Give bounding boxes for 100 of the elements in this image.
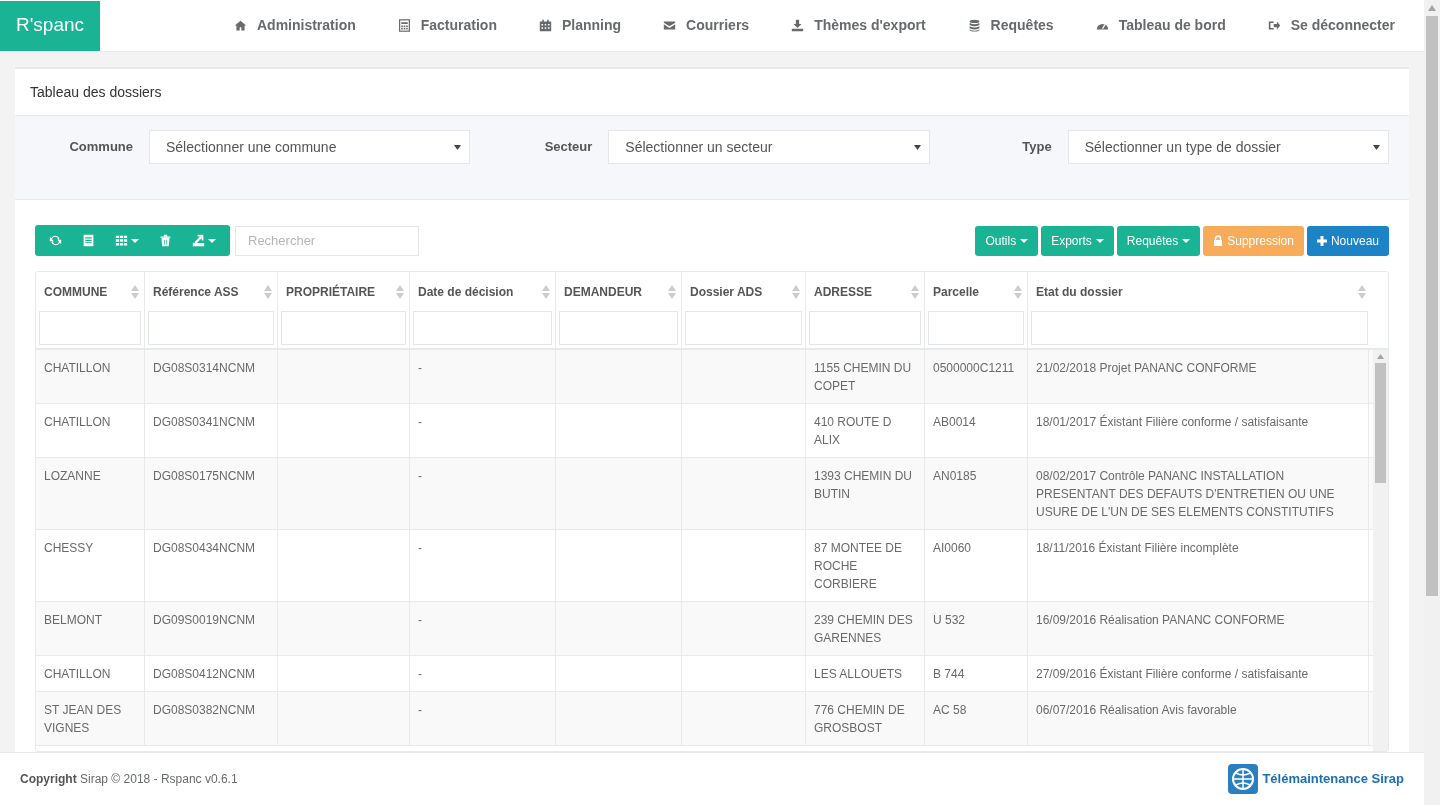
table-cell: 87 MONTEE DE ROCHE CORBIERE <box>814 541 903 591</box>
table-cell: B 744 <box>933 667 965 681</box>
column-header[interactable]: PROPRIÉTAIRE <box>281 272 406 311</box>
table-cell: 27/09/2016 Éxistant Filière conforme / satisfaisante <box>1036 667 1309 681</box>
sort-icon <box>911 284 919 299</box>
table-cell: DG08S0314NCNM <box>153 361 256 375</box>
column-filter-field[interactable] <box>809 311 921 345</box>
table-cell: AI0060 <box>933 541 972 555</box>
table-cell: 1155 CHEMIN DU COPET <box>814 361 912 393</box>
column-filter-field[interactable] <box>1031 311 1368 345</box>
table-cell: 18/01/2017 Éxistant Filière conforme / satisfaisante <box>1036 415 1309 429</box>
table-cell: 08/02/2017 Contrôle PANANC INSTALLATION PRESENTANT DES DEFAUTS D'ENTRETIEN OU UNE USURE DE L'UN DE SES ELEMENTS CONSTITUTIFS <box>1036 469 1335 519</box>
calendar-icon <box>539 19 552 32</box>
trash-icon <box>159 234 172 247</box>
column-filter-field[interactable] <box>413 311 552 345</box>
sort-icon <box>1014 284 1022 299</box>
table-cell: - <box>418 703 422 717</box>
table-cell: 410 ROUTE D ALIX <box>814 415 892 447</box>
refresh-icon <box>49 234 62 247</box>
table-cell: ST JEAN DES VIGNES <box>44 703 122 735</box>
table-scrollbar[interactable] <box>1373 350 1388 751</box>
column-filter-field[interactable] <box>928 311 1024 345</box>
nav-link[interactable]: Thèmes d'export <box>772 0 945 51</box>
table-cell: 0500000C1211 <box>933 361 1015 375</box>
action-button[interactable]: Nouveau <box>1306 225 1389 256</box>
nav-link[interactable]: Requêtes <box>948 0 1073 51</box>
caret-icon <box>1095 238 1104 243</box>
logout-icon <box>1267 19 1281 32</box>
grid-icon <box>115 234 128 247</box>
column-header[interactable]: DEMANDEUR <box>559 272 678 311</box>
home-icon <box>233 19 247 32</box>
sort-icon <box>131 284 139 299</box>
table-cell: - <box>418 469 422 483</box>
support-link[interactable]: Télémaintenance Sirap <box>1262 769 1404 789</box>
nav-link[interactable]: Administration <box>214 0 375 51</box>
table-cell: - <box>418 667 422 681</box>
sort-icon <box>264 284 272 299</box>
table-cell: CHATILLON <box>44 415 111 429</box>
column-filter-field[interactable] <box>148 311 274 345</box>
column-header[interactable]: Référence ASS <box>148 272 274 311</box>
column-header[interactable]: Etat du dossier <box>1031 272 1368 311</box>
search-field[interactable]: Rechercher <box>235 225 419 256</box>
column-filter-field[interactable] <box>39 311 141 345</box>
caret-icon <box>454 144 462 150</box>
lock-icon <box>1213 235 1224 246</box>
scroll-up-icon[interactable] <box>1428 5 1436 11</box>
table-cell: AB0014 <box>933 415 976 429</box>
caret-icon <box>208 238 216 243</box>
caret-icon <box>913 144 921 150</box>
calculator-icon <box>397 19 411 32</box>
table-cell: CHESSY <box>44 541 94 555</box>
table-cell: DG08S0412NCNM <box>153 667 256 681</box>
table-cell: AC 58 <box>933 703 967 717</box>
column-header[interactable]: ADRESSE <box>809 272 921 311</box>
table-cell: - <box>418 541 422 555</box>
nav-link[interactable]: Se déconnecter <box>1248 0 1414 51</box>
nav-link[interactable]: Facturation <box>378 0 516 51</box>
column-header[interactable]: COMMUNE <box>39 272 141 311</box>
filter-label: Commune <box>68 138 134 157</box>
column-filter-field[interactable] <box>559 311 678 345</box>
filter-dropdown[interactable]: Sélectionner une commune <box>149 130 471 164</box>
table-cell: 06/07/2016 Réalisation Avis favorable <box>1036 703 1237 717</box>
filter-dropdown[interactable]: Sélectionner un type de dossier <box>1067 130 1389 164</box>
copyright-text: Copyright Sirap © 2018 - Rspanc v0.6.1 <box>20 771 238 788</box>
table-cell: U 532 <box>933 613 966 627</box>
column-header[interactable]: Date de décision <box>413 272 552 311</box>
caret-icon <box>1182 238 1191 243</box>
sort-icon <box>1358 284 1366 299</box>
list-icon <box>82 234 95 247</box>
table-cell: LES ALLOUETS <box>814 667 903 681</box>
sort-icon <box>792 284 800 299</box>
table-cell: 16/09/2016 Réalisation PANANC CONFORME <box>1036 613 1285 627</box>
table-cell: CHATILLON <box>44 361 111 375</box>
scroll-up-icon[interactable] <box>1377 354 1384 359</box>
nav-link[interactable]: Planning <box>520 0 641 51</box>
table-cell: DG08S0434NCNM <box>153 541 256 555</box>
table-cell: DG08S0175NCNM <box>153 469 256 483</box>
table-cell: 21/02/2018 Projet PANANC CONFORME <box>1036 361 1257 375</box>
scrollbar-thumb[interactable] <box>1426 16 1438 596</box>
export-icon <box>192 234 205 247</box>
nav-link[interactable]: Courriers <box>644 0 769 51</box>
filter-dropdown[interactable]: Sélectionner un secteur <box>608 130 930 164</box>
caret-icon <box>131 238 139 243</box>
table-cell: - <box>418 415 422 429</box>
column-filter-field[interactable] <box>281 311 406 345</box>
column-header[interactable]: Dossier ADS <box>685 272 802 311</box>
scrollbar-thumb[interactable] <box>1375 363 1386 483</box>
caret-icon <box>1373 144 1380 150</box>
column-header[interactable]: Parcelle <box>928 272 1024 311</box>
caret-icon <box>1020 238 1029 243</box>
table-cell: CHATILLON <box>44 667 111 681</box>
column-filter-field[interactable] <box>685 311 802 345</box>
table-cell: 239 CHEMIN DES GARENNES <box>814 613 913 645</box>
table-cell: - <box>418 613 422 627</box>
plus-icon <box>1316 235 1327 246</box>
table-cell: - <box>418 361 422 375</box>
panel-title: Tableau des dossiers <box>30 82 162 102</box>
nav-link[interactable]: Tableau de bord <box>1076 0 1245 51</box>
sort-icon <box>668 284 676 299</box>
sort-icon <box>396 284 404 299</box>
